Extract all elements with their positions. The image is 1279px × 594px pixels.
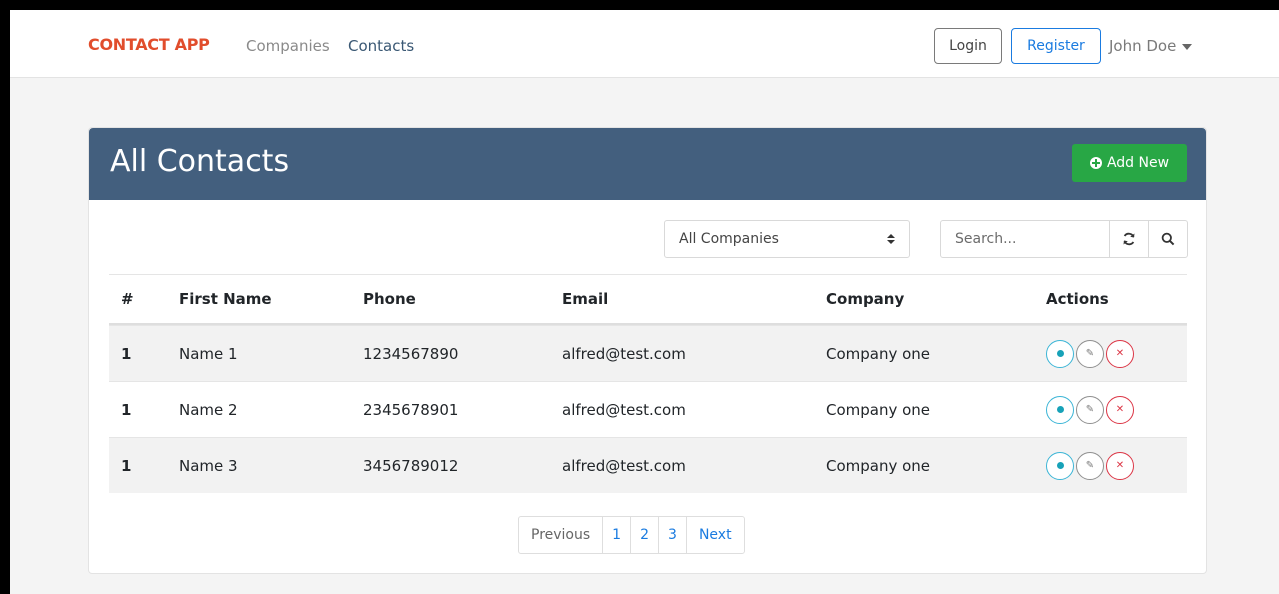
cell-phone: 2345678901 — [363, 400, 459, 419]
user-name: John Doe — [1109, 37, 1177, 55]
company-select-value: All Companies — [679, 231, 779, 247]
search-input[interactable] — [941, 221, 1109, 257]
view-button[interactable] — [1046, 395, 1074, 424]
pagination-page-3[interactable]: 3 — [658, 517, 686, 553]
row-actions: ✎ ✕ — [1046, 395, 1187, 424]
edit-icon: ✎ — [1085, 460, 1095, 471]
edit-icon: ✎ — [1085, 404, 1095, 415]
delete-button[interactable]: ✕ — [1106, 451, 1134, 480]
company-select[interactable]: All Companies — [664, 220, 910, 258]
row-actions: ✎ ✕ — [1046, 451, 1187, 480]
delete-button[interactable]: ✕ — [1106, 339, 1134, 368]
refresh-icon — [1123, 232, 1135, 246]
pagination-next[interactable]: Next — [685, 517, 744, 553]
user-menu[interactable]: John Doe — [1109, 37, 1193, 55]
cell-first-name: Name 2 — [179, 400, 238, 419]
cell-email: alfred@test.com — [562, 456, 686, 475]
column-header-email: Email — [562, 290, 609, 308]
search-group — [940, 220, 1188, 258]
row-actions: ✎ ✕ — [1046, 339, 1187, 368]
delete-icon: ✕ — [1115, 348, 1125, 359]
edit-button[interactable]: ✎ — [1076, 451, 1104, 480]
column-header-actions: Actions — [1046, 290, 1109, 308]
table-header: # First Name Phone Email Company Actions — [109, 274, 1187, 325]
view-button[interactable] — [1046, 451, 1074, 480]
app-frame: CONTACT APP Companies Contacts Login Reg… — [10, 10, 1279, 594]
column-header-company: Company — [826, 290, 905, 308]
edit-button[interactable]: ✎ — [1076, 339, 1104, 368]
delete-icon: ✕ — [1115, 460, 1125, 471]
column-header-number: # — [121, 290, 134, 308]
contacts-card: All Contacts Add New All Companies Searc… — [88, 127, 1207, 574]
cell-first-name: Name 1 — [179, 344, 238, 363]
edit-button[interactable]: ✎ — [1076, 395, 1104, 424]
cell-number: 1 — [121, 400, 132, 419]
navbar: CONTACT APP Companies Contacts Login Reg… — [10, 10, 1279, 78]
refresh-button[interactable] — [1109, 221, 1148, 257]
column-header-phone: Phone — [363, 290, 416, 308]
add-new-button[interactable]: Add New — [1072, 144, 1187, 182]
eye-icon — [1056, 350, 1064, 357]
plus-circle-icon — [1089, 157, 1102, 169]
sort-arrows-icon — [887, 234, 895, 244]
table-row: 1 Name 2 2345678901 alfred@test.com Comp… — [109, 381, 1187, 437]
delete-button[interactable]: ✕ — [1106, 395, 1134, 424]
nav-link-companies[interactable]: Companies — [246, 37, 330, 55]
delete-icon: ✕ — [1115, 404, 1125, 415]
cell-company: Company one — [826, 344, 931, 363]
nav-link-contacts[interactable]: Contacts — [348, 37, 414, 55]
add-new-label: Add New — [1106, 155, 1170, 171]
caret-down-icon — [1182, 44, 1193, 50]
eye-icon — [1056, 406, 1064, 413]
page-title: All Contacts — [110, 144, 290, 179]
eye-icon — [1056, 462, 1064, 469]
cell-phone: 3456789012 — [363, 456, 459, 475]
view-button[interactable] — [1046, 339, 1074, 368]
cell-number: 1 — [121, 456, 132, 475]
cell-company: Company one — [826, 400, 931, 419]
pagination: Previous 1 2 3 Next — [518, 516, 745, 554]
table-row: 1 Name 1 1234567890 alfred@test.com Comp… — [109, 325, 1187, 381]
cell-first-name: Name 3 — [179, 456, 238, 475]
login-button[interactable]: Login — [934, 28, 1002, 64]
cell-phone: 1234567890 — [363, 344, 459, 363]
cell-company: Company one — [826, 456, 931, 475]
search-button[interactable] — [1148, 221, 1187, 257]
cell-email: alfred@test.com — [562, 344, 686, 363]
table-row: 1 Name 3 3456789012 alfred@test.com Comp… — [109, 437, 1187, 493]
pagination-page-1[interactable]: 1 — [602, 517, 630, 553]
card-header: All Contacts Add New — [89, 128, 1206, 200]
pagination-page-2[interactable]: 2 — [630, 517, 658, 553]
edit-icon: ✎ — [1085, 348, 1095, 359]
cell-email: alfred@test.com — [562, 400, 686, 419]
contacts-table: # First Name Phone Email Company Actions… — [109, 274, 1187, 493]
register-button[interactable]: Register — [1011, 28, 1101, 64]
cell-number: 1 — [121, 344, 132, 363]
pagination-previous[interactable]: Previous — [519, 517, 602, 553]
column-header-first-name: First Name — [179, 290, 272, 308]
search-icon — [1161, 232, 1175, 246]
brand-logo[interactable]: CONTACT APP — [88, 35, 210, 54]
